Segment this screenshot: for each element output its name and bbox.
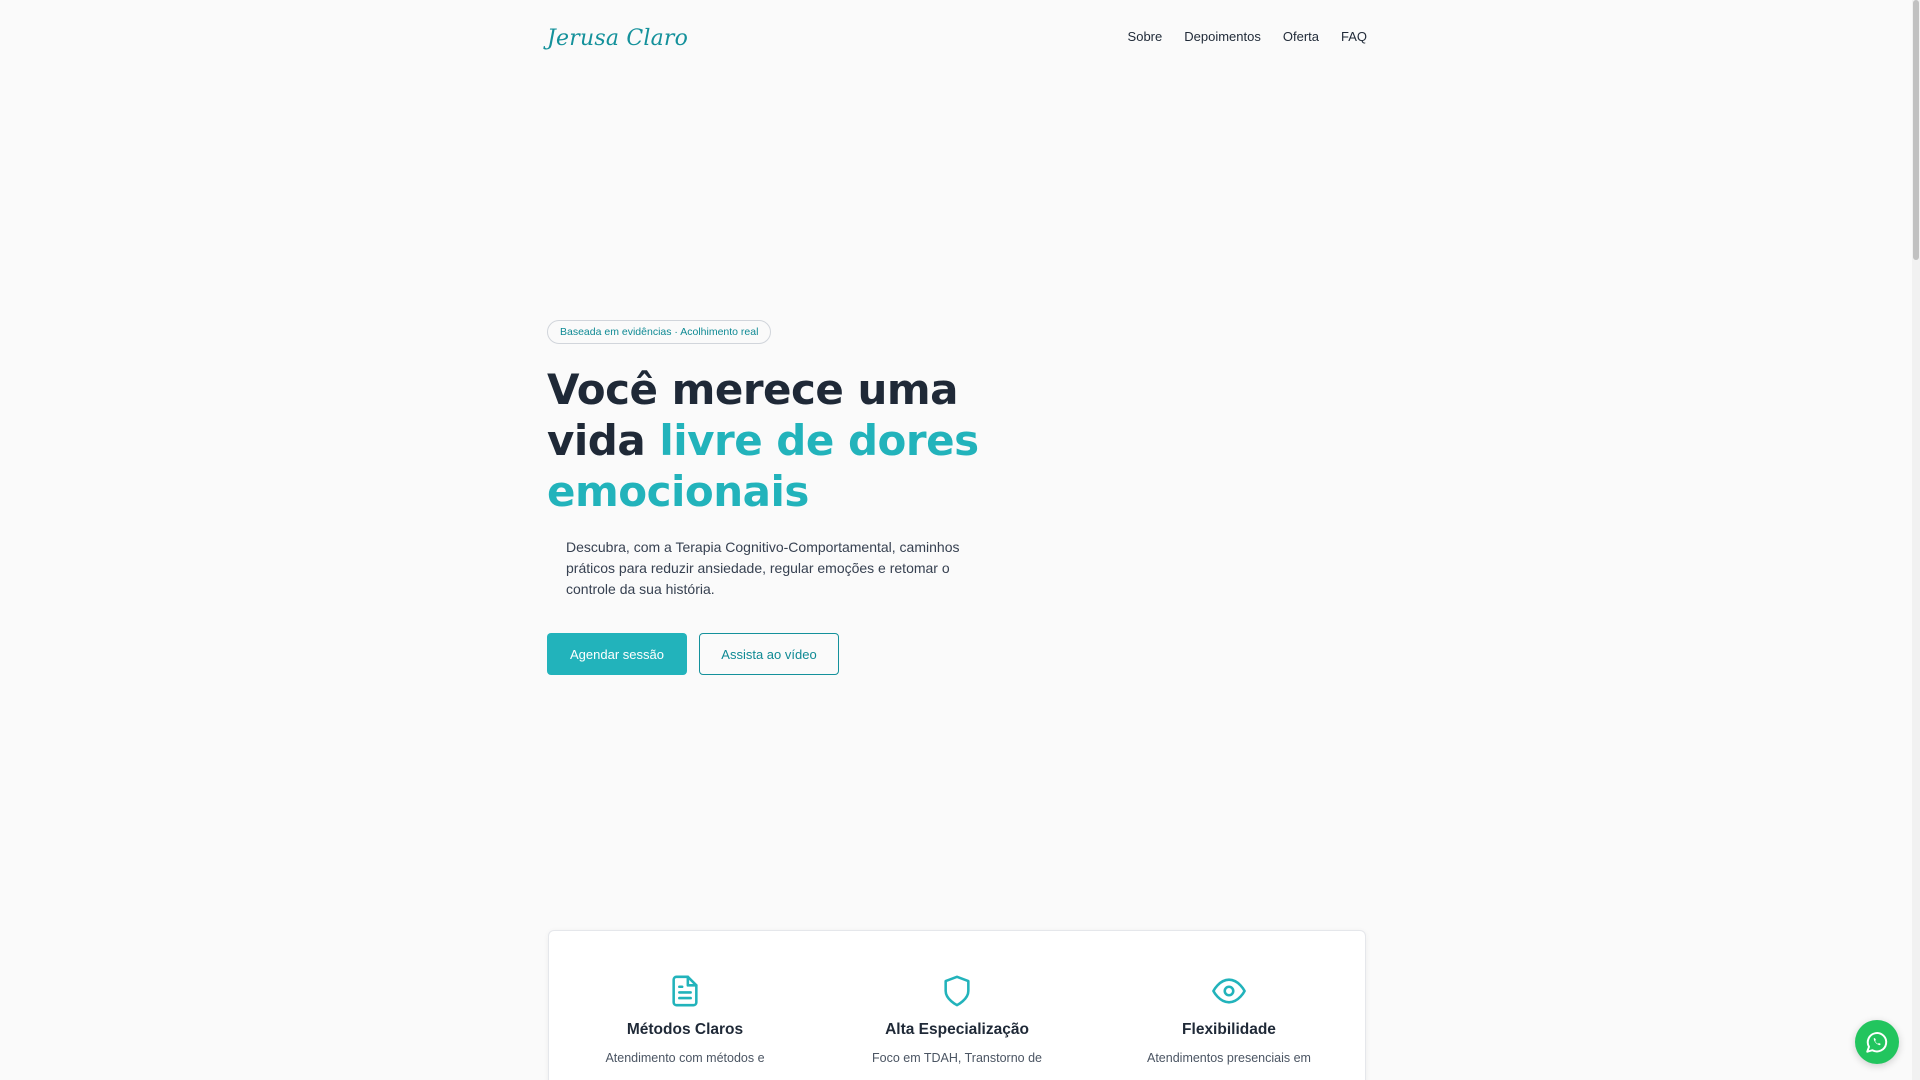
nav-link-sobre[interactable]: Sobre: [1128, 29, 1163, 44]
logo[interactable]: Jerusa Claro: [547, 26, 688, 51]
nav-link-oferta[interactable]: Oferta: [1283, 29, 1319, 44]
nav-link-faq[interactable]: FAQ: [1341, 29, 1367, 44]
features-card: Métodos Claros Atendimento com métodos e…: [548, 930, 1366, 1080]
whatsapp-button[interactable]: [1855, 1020, 1899, 1064]
feature-item: Flexibilidade Atendimentos presenciais e…: [1119, 973, 1339, 1080]
eye-icon: [1212, 978, 1246, 1004]
main-nav: Sobre Depoimentos Oferta FAQ: [1128, 29, 1367, 44]
nav-link-depoimentos[interactable]: Depoimentos: [1184, 29, 1261, 44]
feature-title: Métodos Claros: [626, 1021, 744, 1038]
hero-section: Baseada em evidências · Acolhimento real…: [547, 320, 1027, 675]
shield-icon: [944, 975, 970, 1007]
feature-text: Atendimentos presenciais em: [1147, 1051, 1311, 1065]
feature-text: Atendimento com métodos e: [605, 1051, 765, 1065]
hero-description: Descubra, com a Terapia Cognitivo-Compor…: [566, 539, 960, 597]
feature-item: Alta Especialização Foco em TDAH, Transt…: [847, 973, 1067, 1080]
feature-text: Foco em TDAH, Transtorno de: [872, 1051, 1042, 1065]
cta-row: Agendar sessão Assista ao vídeo: [547, 633, 1027, 675]
page: Jerusa Claro Sobre Depoimentos Oferta FA…: [0, 0, 1920, 1080]
watch-video-button[interactable]: Assista ao vídeo: [699, 633, 839, 675]
scrollbar[interactable]: [1912, 0, 1920, 1080]
feature-title: Flexibilidade: [1182, 1021, 1276, 1038]
whatsapp-icon: [1866, 1032, 1888, 1053]
schedule-session-button[interactable]: Agendar sessão: [547, 633, 687, 675]
hero-badge: Baseada em evidências · Acolhimento real: [547, 320, 772, 344]
feature-item: Métodos Claros Atendimento com métodos e: [575, 973, 795, 1080]
site-header: Jerusa Claro Sobre Depoimentos Oferta FA…: [547, 18, 1367, 54]
hero-headline: Você merece uma vida livre de dores emoc…: [547, 364, 1017, 517]
feature-title: Alta Especialização: [885, 1021, 1029, 1038]
document-icon: [672, 975, 698, 1007]
scrollbar-thumb[interactable]: [1913, 0, 1919, 260]
